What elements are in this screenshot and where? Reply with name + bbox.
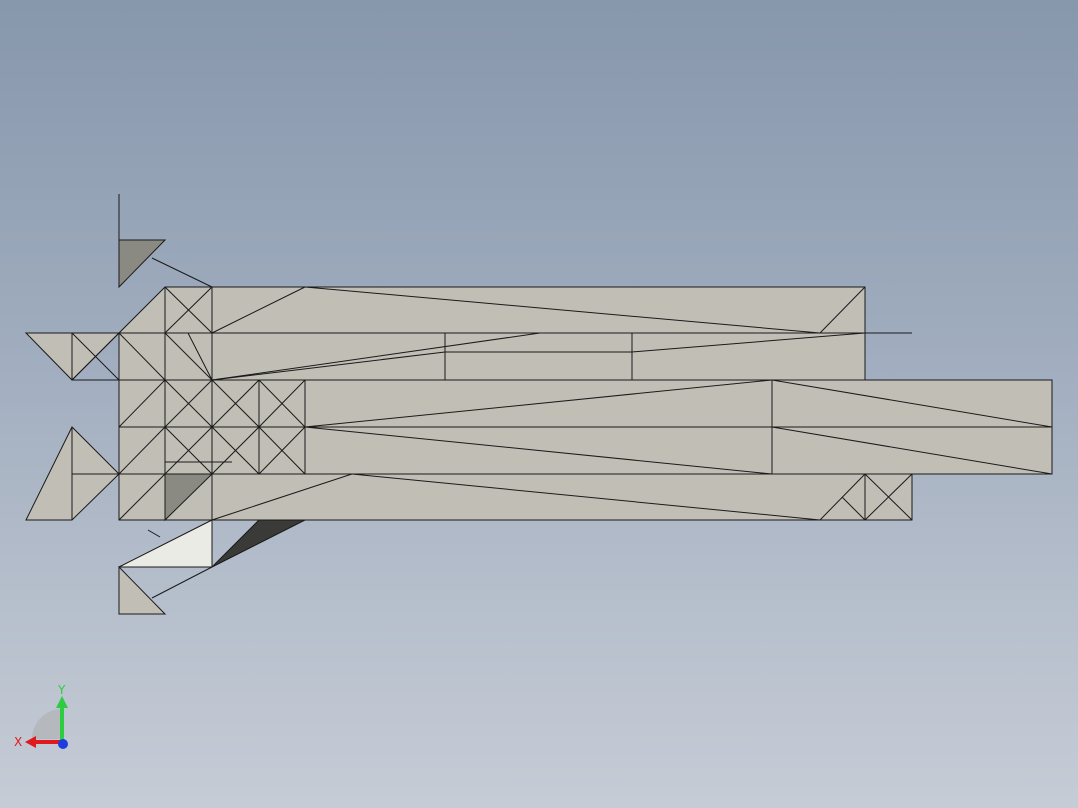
z-axis-dot — [58, 739, 68, 749]
top-tab-dark-face — [118, 239, 167, 289]
top-plate-face — [211, 286, 866, 334]
bottom-black-face — [211, 519, 306, 568]
bottom-tab-face — [118, 565, 167, 615]
second-plate-face — [211, 332, 866, 381]
coordinate-triad: Y X — [14, 684, 68, 749]
edge — [147, 529, 161, 538]
y-axis-arrowhead — [56, 696, 68, 708]
bottom-plate-face — [118, 473, 913, 521]
top-tab-edge — [151, 257, 213, 288]
x-axis-arrowhead — [25, 736, 36, 748]
triad-arc — [32, 709, 62, 739]
y-axis-label: Y — [57, 684, 66, 697]
edge — [151, 566, 213, 599]
sheet-metal-model[interactable] — [0, 0, 1078, 808]
model-faces — [24, 194, 1053, 615]
x-axis-label: X — [14, 735, 22, 749]
graphics-viewport[interactable]: Y X — [0, 0, 1078, 808]
bottom-light-face — [118, 519, 213, 568]
